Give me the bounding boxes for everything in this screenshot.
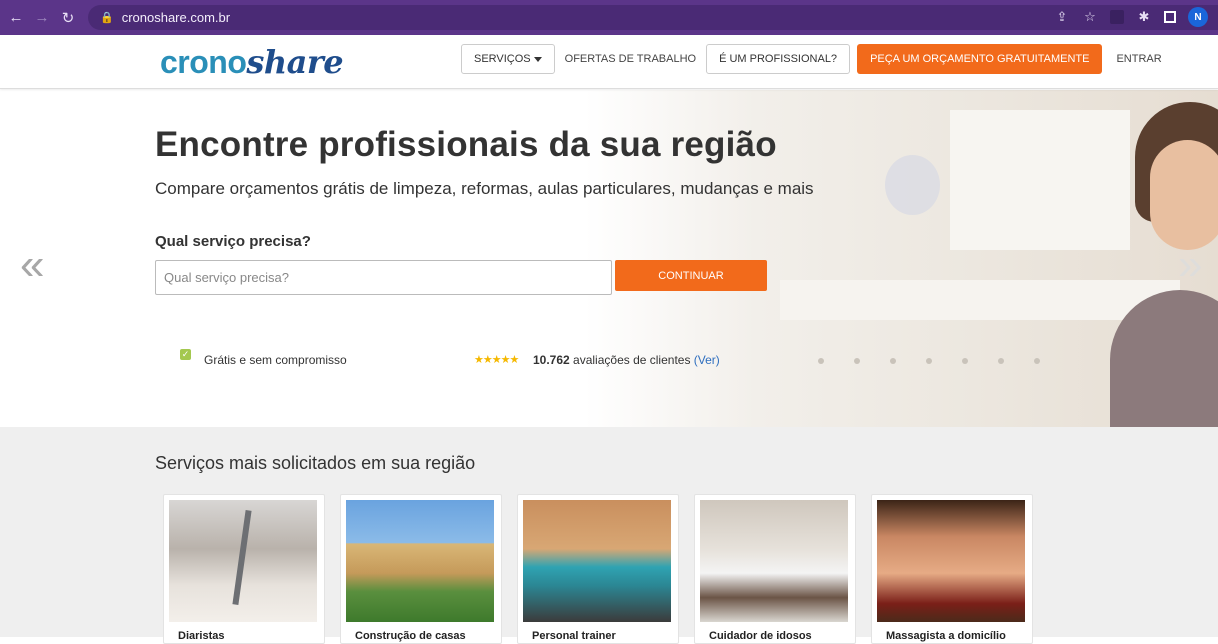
review-text: avaliações de clientes [573,353,691,367]
services-section: Serviços mais solicitados em sua região … [0,427,1218,644]
cuidador-image [700,500,848,622]
service-card-construcao[interactable]: Construção de casas [340,494,502,644]
free-text: Grátis e sem compromisso [204,353,347,367]
service-card-diaristas[interactable]: Diaristas [163,494,325,644]
massagista-image [877,500,1025,622]
main-nav: SERVIÇOS OFERTAS DE TRABALHO É UM PROFIS… [461,44,1172,74]
servicos-label: SERVIÇOS [474,53,531,65]
service-card-label: Massagista a domicílio [886,630,1006,642]
reviews-link[interactable]: (Ver) [694,353,720,367]
diaristas-image [169,500,317,622]
share-icon[interactable]: ⇪ [1054,9,1070,25]
orcamento-button[interactable]: PEÇA UM ORÇAMENTO GRATUITAMENTE [857,44,1103,74]
personal-image [523,500,671,622]
browser-toolbar: ← → ↻ 🔒 cronoshare.com.br ⇪ ☆ ✱ N [0,0,1218,35]
entrar-link[interactable]: ENTRAR [1106,44,1171,74]
carousel-next-icon[interactable]: » [1178,240,1202,290]
hero-bg-dots [818,358,1040,364]
checkmark-icon: ✓ [180,349,191,360]
review-count: 10.762 [533,353,570,367]
sidepanel-icon[interactable] [1164,11,1176,23]
logo-part2: share [246,43,344,81]
site-header: cronoshare SERVIÇOS OFERTAS DE TRABALHO … [0,35,1218,89]
hero-bg-shelf [780,280,1180,320]
reload-icon[interactable]: ↻ [58,9,78,27]
puzzle-icon[interactable]: ✱ [1136,9,1152,25]
browser-actions: ⇪ ☆ ✱ N [1054,7,1208,27]
address-bar[interactable]: 🔒 cronoshare.com.br [88,5,1218,30]
service-card-personal[interactable]: Personal trainer [517,494,679,644]
bookmark-star-icon[interactable]: ☆ [1082,9,1098,25]
hero-subtitle: Compare orçamentos grátis de limpeza, re… [155,179,814,198]
service-card-label: Personal trainer [532,630,616,642]
rating-stars-icon: ★★★★★ [474,354,519,366]
profile-avatar[interactable]: N [1188,7,1208,27]
service-card-massagista[interactable]: Massagista a domicílio [871,494,1033,644]
extension-icon[interactable] [1110,10,1124,24]
service-card-label: Diaristas [178,630,225,642]
forward-icon[interactable]: → [32,9,52,26]
ofertas-link[interactable]: OFERTAS DE TRABALHO [555,44,706,74]
caret-down-icon [533,56,542,62]
back-icon[interactable]: ← [6,9,26,26]
hero-bg-window [950,110,1130,250]
carousel-prev-icon[interactable]: « [20,240,44,290]
services-title: Serviços mais solicitados em sua região [155,453,476,473]
service-card-cuidador[interactable]: Cuidador de idosos [694,494,856,644]
service-card-label: Construção de casas [355,630,466,642]
reviews-summary: 10.762 avaliações de clientes (Ver) [533,353,720,367]
servicos-dropdown[interactable]: SERVIÇOS [461,44,555,74]
hero-person-face [1150,140,1218,250]
url-text: cronoshare.com.br [121,10,231,25]
logo-part1: crono [160,44,247,80]
profissional-button[interactable]: É UM PROFISSIONAL? [706,44,851,74]
service-search-input[interactable] [155,260,612,295]
lock-icon: 🔒 [100,12,114,24]
construcao-image [346,500,494,622]
cronoshare-logo[interactable]: cronoshare [160,43,344,81]
service-question-label: Qual serviço precisa? [155,233,311,250]
hero-bg-vase [885,155,940,215]
hero-title: Encontre profissionais da sua região [155,125,777,164]
hero-section: Encontre profissionais da sua região Com… [0,90,1218,427]
continue-button[interactable]: CONTINUAR [615,260,767,291]
service-card-label: Cuidador de idosos [709,630,812,642]
